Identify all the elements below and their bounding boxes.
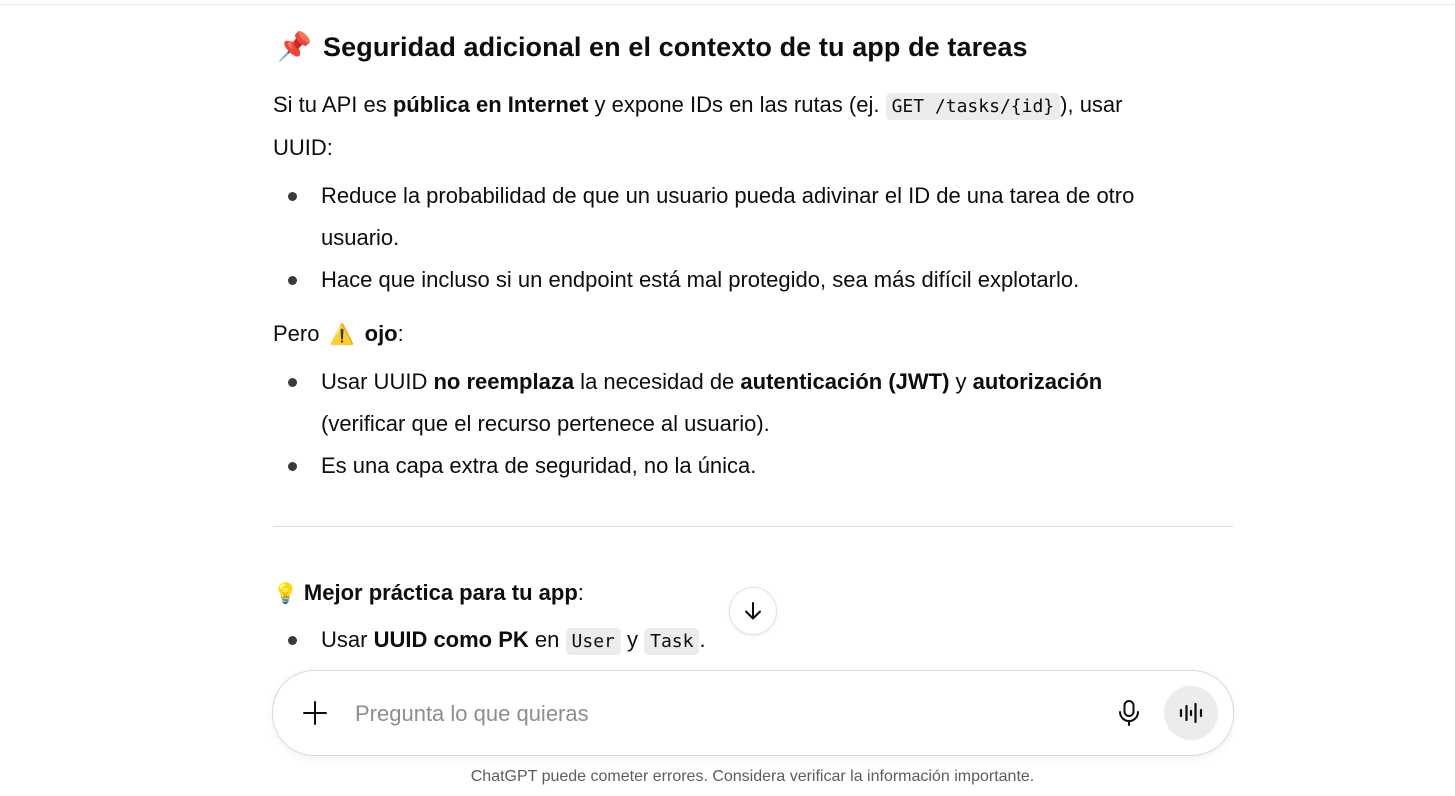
list-item-text: (verificar que el recurso pertenece al u…: [321, 411, 770, 436]
list-item-bold: no reemplaza: [433, 369, 575, 394]
list-item-text: Usar: [321, 627, 374, 652]
list-item-text: Hace que incluso si un endpoint está mal…: [321, 267, 1080, 292]
list-item-bold: UUID como PK: [373, 627, 529, 652]
intro-paragraph-line2: UUID:: [273, 126, 333, 169]
caveat-suffix: :: [397, 321, 404, 346]
intro-text-1: Si tu API es: [273, 92, 393, 117]
caveat-text: Pero: [273, 321, 326, 346]
list-item-bold: autenticación (JWT): [740, 369, 950, 394]
list-item-text: y: [620, 627, 645, 652]
inline-code-user: User: [565, 628, 621, 655]
intro-paragraph: Si tu API es pública en Internet y expon…: [273, 83, 1123, 128]
list-item-text: la necesidad de: [574, 369, 741, 394]
section-heading-text: Seguridad adicional en el contexto de tu…: [323, 32, 1028, 62]
disclaimer-text: ChatGPT puede cometer errores. Considera…: [470, 768, 1035, 785]
best-practice-suffix: :: [577, 580, 584, 605]
scroll-to-bottom-button[interactable]: [729, 587, 777, 635]
list-item: Es una capa extra de seguridad, no la ún…: [273, 445, 1233, 487]
intro-text-3: ), usar: [1060, 92, 1123, 117]
list-item-text: Es una capa extra de seguridad, no la ún…: [321, 453, 757, 478]
inline-code-route: GET /tasks/{id}: [885, 93, 1061, 120]
intro-text-2: y expone IDs en las rutas (ej.: [588, 92, 886, 117]
prompt-input[interactable]: [353, 695, 1077, 733]
intro-bold-public: pública en Internet: [392, 92, 589, 117]
bullet-dot: [288, 378, 297, 387]
top-border: [0, 0, 1455, 5]
list-item: Usar UUID no reemplaza la necesidad de a…: [273, 361, 1233, 445]
list-item: Reduce la probabilidad de que un usuario…: [273, 175, 1233, 259]
section-divider: [273, 526, 1233, 527]
plus-icon[interactable]: [301, 699, 329, 727]
caveat-list: Usar UUID no reemplaza la necesidad de a…: [273, 361, 1233, 487]
bullet-dot: [288, 192, 297, 201]
list-item-text: y: [949, 369, 973, 394]
section-heading: 📌 Seguridad adicional en el contexto de t…: [277, 30, 1028, 63]
message-composer: [272, 670, 1234, 756]
intro-text-4: UUID:: [273, 135, 333, 160]
caveat-paragraph: Pero ⚠️ ojo:: [273, 312, 404, 357]
arrow-down-icon: [745, 602, 761, 620]
list-item-text: usuario.: [321, 225, 400, 250]
bullet-dot: [288, 276, 297, 285]
pushpin-icon: 📌: [277, 31, 312, 62]
list-item-bold: autorización: [972, 369, 1103, 394]
bullet-dot: [288, 636, 297, 645]
lightbulb-icon: 💡: [273, 583, 298, 605]
bullet-dot: [288, 462, 297, 471]
security-benefits-list: Reduce la probabilidad de que un usuario…: [273, 175, 1233, 301]
best-practice-heading: 💡 Mejor práctica para tu app:: [273, 571, 584, 616]
caveat-bold: ojo: [364, 321, 398, 346]
best-practice-bold: Mejor práctica para tu app: [303, 580, 578, 605]
list-item: Hace que incluso si un endpoint está mal…: [273, 259, 1233, 301]
warning-icon: ⚠️: [329, 324, 355, 346]
inline-code-task: Task: [644, 628, 700, 655]
voice-mode-icon: [1179, 702, 1203, 724]
list-item-text: Reduce la probabilidad de que un usuario…: [321, 183, 1135, 208]
voice-mode-button[interactable]: [1164, 686, 1218, 740]
list-item-text: .: [699, 627, 706, 652]
list-item-text: en: [528, 627, 566, 652]
list-item-text: Usar UUID: [321, 369, 434, 394]
microphone-icon[interactable]: [1116, 699, 1142, 727]
